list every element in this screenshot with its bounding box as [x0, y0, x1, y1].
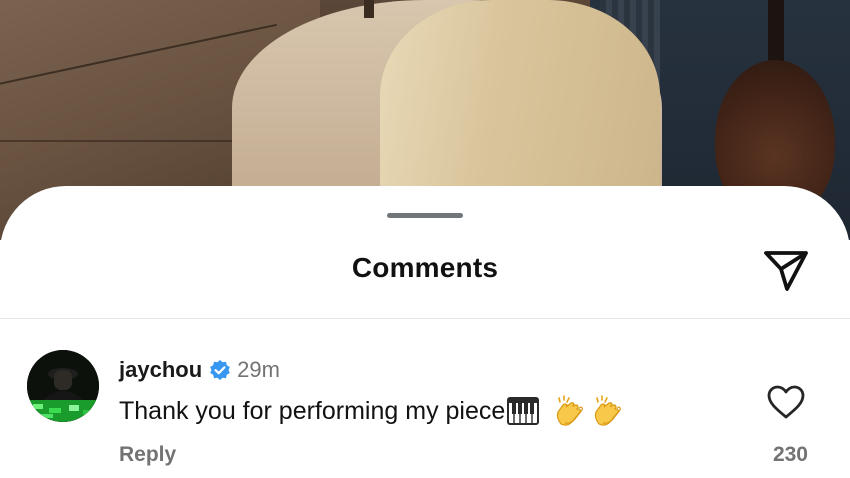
- sheet-title: Comments: [351, 252, 499, 283]
- clapping-hands-icon: [553, 394, 587, 428]
- reply-button[interactable]: Reply: [119, 443, 176, 467]
- performer-strap: [364, 0, 374, 18]
- comments-screen: Comments jaychou 29m Thank you for perfo…: [0, 0, 850, 478]
- musical-keyboard-icon: [507, 397, 540, 425]
- share-button[interactable]: [759, 242, 813, 296]
- comment-header: jaychou 29m: [119, 356, 280, 384]
- header-divider: [0, 318, 850, 319]
- comments-sheet: Comments jaychou 29m Thank you for perfo…: [0, 186, 850, 478]
- like-count: 230: [772, 443, 808, 466]
- avatar-image: [27, 350, 99, 422]
- like-button[interactable]: [764, 382, 808, 422]
- comment-text: Thank you for performing my piece: [119, 396, 506, 425]
- background-floor-line: [0, 140, 260, 142]
- verified-badge-icon: [209, 359, 231, 381]
- avatar[interactable]: [27, 350, 99, 422]
- comment-username[interactable]: jaychou: [119, 357, 202, 383]
- heart-outline-icon: [767, 385, 805, 419]
- comment-body: Thank you for performing my piece: [119, 394, 625, 428]
- send-paper-plane-icon: [764, 251, 808, 291]
- comment-timestamp: 29m: [237, 357, 280, 382]
- drag-handle-icon[interactable]: [387, 213, 463, 218]
- clapping-hands-icon: [591, 394, 625, 428]
